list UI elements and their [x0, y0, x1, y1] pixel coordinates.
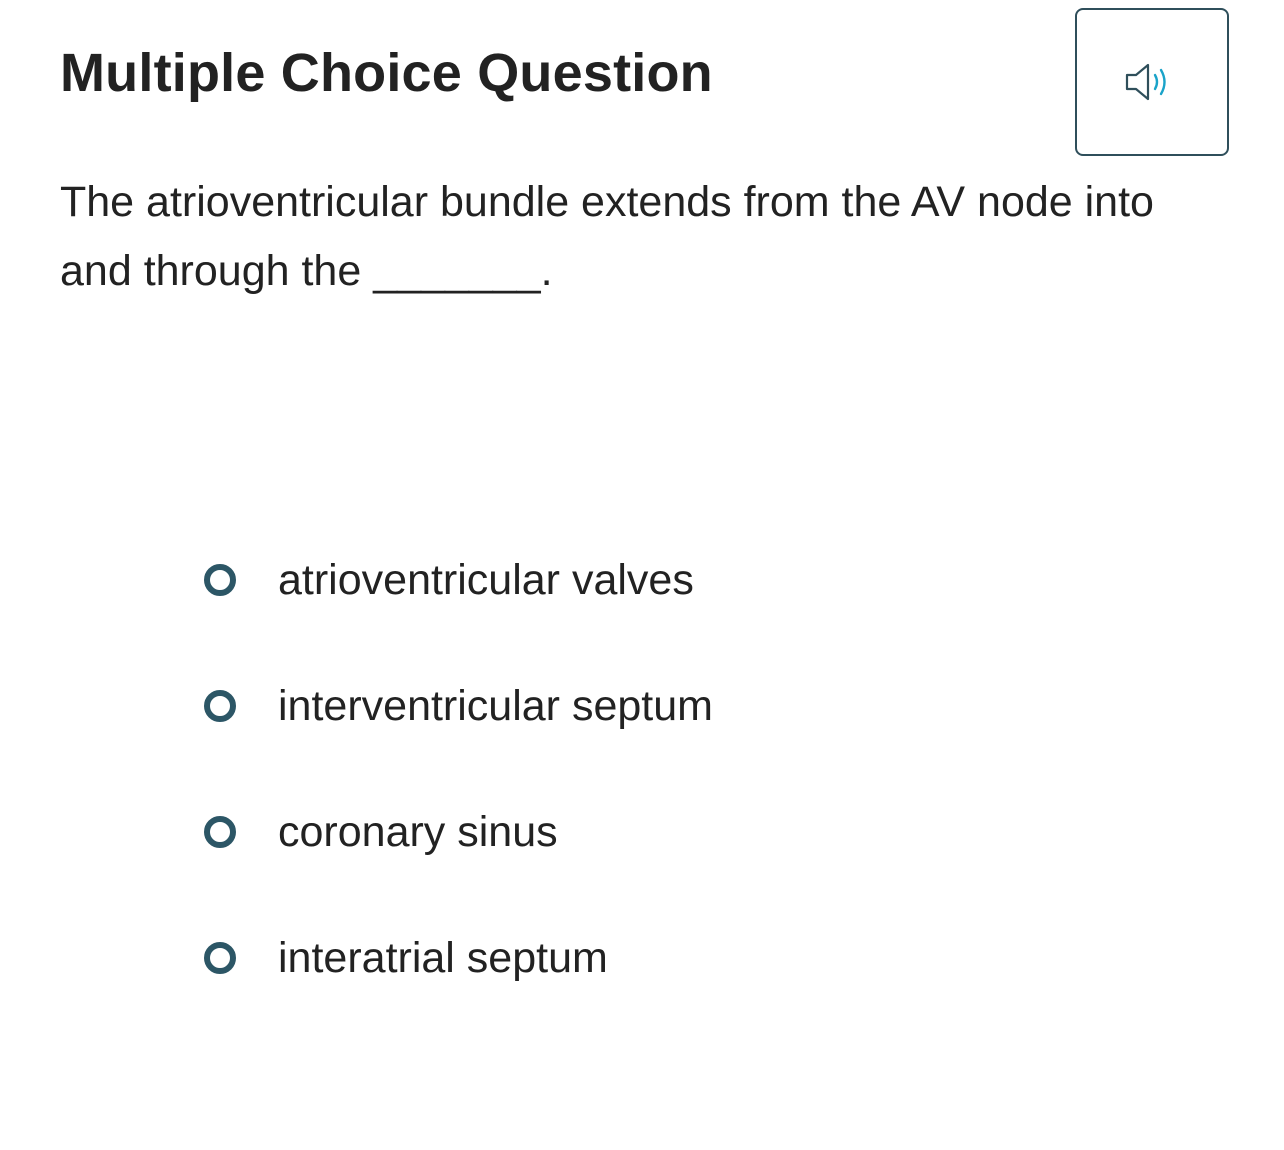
answer-option[interactable]: interventricular septum [200, 674, 1100, 738]
radio-button[interactable] [204, 564, 236, 596]
answer-option-label: coronary sinus [278, 808, 558, 856]
answer-option[interactable]: coronary sinus [200, 800, 1100, 864]
speaker-icon [1125, 63, 1166, 101]
page-title: Multiple Choice Question [60, 43, 713, 103]
answer-option-label: interatrial septum [278, 934, 608, 982]
answer-option[interactable]: atrioventricular valves [200, 548, 1100, 612]
answer-option-label: atrioventricular valves [278, 556, 694, 604]
radio-button[interactable] [204, 942, 236, 974]
answer-options: atrioventricular valves interventricular… [200, 548, 1100, 1052]
read-aloud-button[interactable] [1075, 8, 1229, 156]
question-text: The atrioventricular bundle extends from… [60, 178, 1154, 295]
answer-option-label: interventricular septum [278, 682, 713, 730]
answer-option[interactable]: interatrial septum [200, 926, 1100, 990]
radio-button[interactable] [204, 690, 236, 722]
radio-button[interactable] [204, 816, 236, 848]
